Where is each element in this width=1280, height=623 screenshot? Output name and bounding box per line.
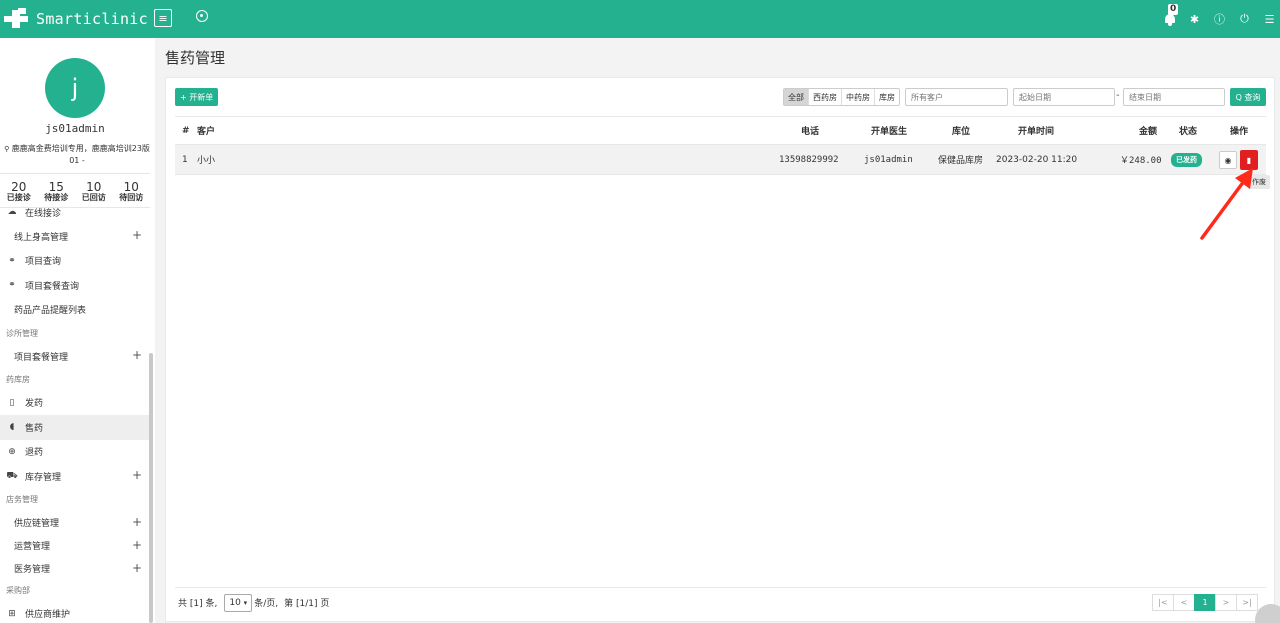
query-button[interactable]: Q 查询 — [1230, 88, 1266, 106]
truck-icon: ⛟ — [6, 470, 18, 481]
pagination: |< < 1 > >| — [1152, 594, 1258, 611]
table-header: # 客户 电话 开单医生 库位 开单时间 金额 状态 操作 — [175, 116, 1266, 145]
filter-chinese[interactable]: 中药房 — [842, 89, 875, 105]
expand-plus-icon[interactable]: + — [132, 515, 142, 529]
cell-index: 1 — [182, 154, 188, 165]
sidebar-item-height[interactable]: 线上身高管理 + — [0, 224, 150, 249]
section-clinic: 诊所管理 — [6, 328, 38, 338]
cloud-icon: ☁ — [7, 207, 17, 217]
cell-amount: ￥248.00 — [1120, 156, 1162, 166]
col-index: # — [182, 125, 190, 136]
expand-plus-icon[interactable]: + — [132, 348, 142, 362]
cell-location: 保健品库房 — [938, 156, 984, 166]
cell-phone: 13598829992 — [779, 154, 839, 165]
expand-plus-icon[interactable]: + — [132, 538, 142, 552]
cell-customer: 小小 — [197, 156, 216, 166]
username[interactable]: js01admin — [0, 122, 150, 135]
avatar[interactable]: j — [45, 58, 105, 118]
annotation-arrow — [1200, 168, 1253, 240]
sidebar-item-package-mgmt[interactable]: 项目套餐管理 + — [0, 344, 150, 369]
col-status: 状态 — [1179, 127, 1198, 137]
col-customer: 客户 — [197, 127, 216, 137]
expand-plus-icon[interactable]: + — [132, 468, 142, 482]
add-circle-icon[interactable] — [196, 10, 208, 22]
expand-plus-icon[interactable]: + — [132, 228, 142, 242]
main-panel: + 开新单 全部 西药房 中药房 库房 所有客户 起始日期 - 结束日期 Q 查… — [165, 77, 1275, 622]
sidebar-item-stock[interactable]: ⛟ 库存管理 + — [0, 464, 150, 489]
expand-plus-icon[interactable]: + — [132, 561, 142, 575]
section-store: 店务管理 — [6, 495, 38, 504]
drug-icon: ⚭ — [8, 280, 16, 291]
per-page-label: 条/页, — [254, 599, 279, 609]
menu-toggle-icon[interactable]: ≡ — [154, 9, 172, 27]
total-count: 共 [1] 条, — [178, 599, 218, 609]
section-pharmacy: 药库房 — [6, 375, 30, 384]
table-row[interactable]: 1 小小 13598829992 js01admin 保健品库房 2023-02… — [175, 145, 1266, 175]
col-action: 操作 — [1230, 127, 1249, 137]
notification-bell-icon[interactable]: 0 — [1164, 4, 1179, 26]
sidebar-item-drug-reminder[interactable]: 药品产品提醒列表 — [0, 298, 150, 323]
sales-table: # 客户 电话 开单医生 库位 开单时间 金额 状态 操作 1 小小 13598… — [175, 116, 1266, 175]
pharmacy-filter: 全部 西药房 中药房 库房 — [783, 88, 900, 106]
sidebar-item-dispense[interactable]: ▯ 发药 — [0, 391, 150, 416]
help-icon[interactable]: ⓘ — [1213, 13, 1226, 26]
sidebar-item-project-query[interactable]: ⚭ 项目查询 — [0, 249, 150, 274]
sidebar-scrollbar[interactable] — [149, 353, 153, 623]
bottle-icon: ▯ — [9, 397, 15, 408]
app-name: Smarticlinic — [36, 10, 148, 28]
gear-icon[interactable]: ✱ — [1188, 13, 1201, 26]
sidebar: j js01admin ⚲ 鹿鹿高金费培训专用，鹿鹿高培训23版01 - 20 已… — [0, 38, 155, 623]
sidebar-item-online[interactable]: ☁ 在线接诊 — [0, 206, 150, 220]
power-icon[interactable]: ⏻ — [1238, 12, 1251, 26]
col-location: 库位 — [952, 127, 971, 137]
sidebar-item-sell[interactable]: ◖ 售药 — [0, 415, 150, 440]
app-logo[interactable]: Smarticlinic — [4, 8, 148, 30]
filter-western[interactable]: 西药房 — [809, 89, 842, 105]
page-1-button[interactable]: 1 — [1194, 594, 1216, 611]
collapse-icon[interactable]: ☰ — [1263, 13, 1276, 26]
cell-time: 2023-02-20 11:20 — [996, 154, 1078, 165]
page-title: 售药管理 — [165, 49, 226, 67]
next-page-button[interactable]: > — [1215, 594, 1237, 611]
location-pin-icon: ⚲ — [4, 145, 10, 153]
filter-warehouse[interactable]: 库房 — [875, 89, 899, 105]
notification-badge: 0 — [1168, 4, 1179, 15]
page-size-select[interactable]: 10 ▾ — [224, 593, 253, 612]
chevron-down-icon: ▾ — [243, 598, 248, 607]
section-purchase: 采购部 — [6, 586, 30, 595]
col-time: 开单时间 — [1018, 127, 1055, 137]
sidebar-item-return[interactable]: ⊕ 退药 — [0, 440, 150, 465]
sitemap-icon: ⊞ — [8, 608, 16, 619]
sidebar-nav: ☁ 在线接诊 线上身高管理 + ⚭ 项目查询 ⚭ 项目套餐查询 药品产品提醒列表 诊所管… — [0, 202, 150, 623]
filter-all[interactable]: 全部 — [784, 89, 809, 105]
col-phone: 电话 — [801, 127, 820, 137]
return-icon: ⊕ — [8, 446, 16, 457]
cell-doctor: js01admin — [864, 154, 913, 165]
pill-icon: ◖ — [9, 422, 15, 433]
start-date-input[interactable]: 起始日期 — [1013, 88, 1115, 106]
new-order-button[interactable]: + 开新单 — [175, 88, 219, 106]
table-footer: 共 [1] 条, 10 ▾ 条/页, 第 [1/1] 页 |< < 1 > >| — [175, 587, 1266, 617]
page-info: 第 [1/1] 页 — [284, 599, 330, 609]
last-page-button[interactable]: >| — [1236, 594, 1258, 611]
sidebar-item-package-query[interactable]: ⚭ 项目套餐查询 — [0, 273, 150, 298]
col-doctor: 开单医生 — [871, 127, 908, 137]
date-separator: - — [1116, 90, 1120, 101]
logo-icon — [4, 8, 30, 30]
prev-page-button[interactable]: < — [1173, 594, 1195, 611]
top-bar: Smarticlinic ≡ 0 ✱ ⓘ ⏻ ☰ — [0, 0, 1280, 38]
first-page-button[interactable]: |< — [1152, 594, 1174, 611]
customer-select[interactable]: 所有客户 — [905, 88, 1008, 106]
sidebar-item-ops[interactable]: 运营管理 + — [0, 534, 150, 557]
col-amount: 金额 — [1139, 127, 1158, 137]
clinic-label: 鹿鹿高金费培训专用，鹿鹿高培训23版01 - — [11, 144, 150, 165]
drug-icon: ⚭ — [8, 255, 16, 266]
sidebar-item-medical[interactable]: 医务管理 + — [0, 557, 150, 580]
clinic-name[interactable]: ⚲ 鹿鹿高金费培训专用，鹿鹿高培训23版01 - — [3, 143, 151, 166]
sidebar-item-supply[interactable]: 供应链管理 + — [0, 511, 150, 534]
sidebar-item-supplier[interactable]: ⊞ 供应商维护 — [0, 602, 150, 623]
end-date-input[interactable]: 结束日期 — [1123, 88, 1225, 106]
